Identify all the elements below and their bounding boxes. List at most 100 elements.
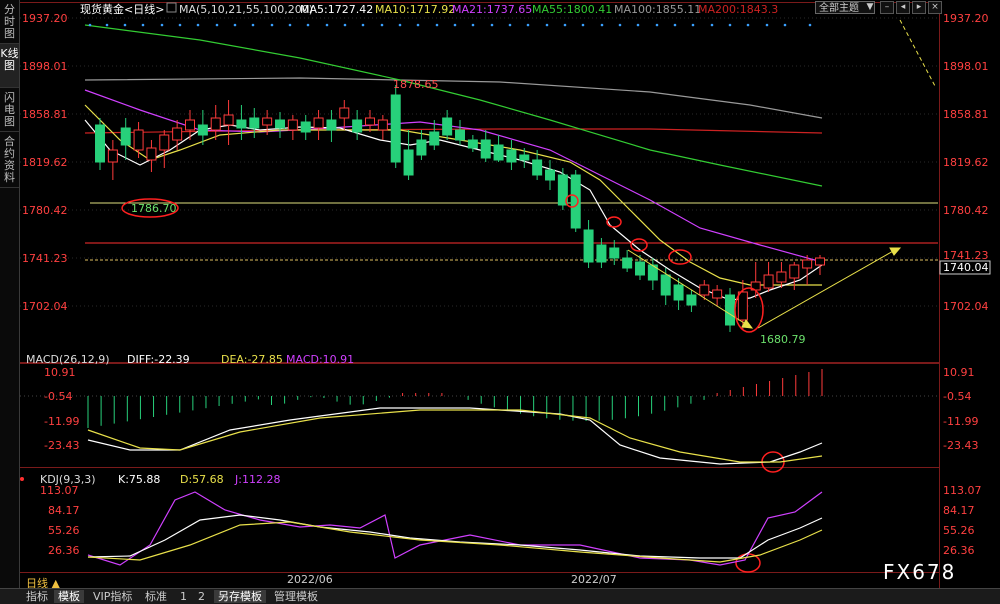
event-dot — [691, 23, 695, 27]
candle-body — [275, 119, 285, 129]
price-tick-left: 1819.62 — [22, 156, 68, 169]
kdj-tick: 84.17 — [48, 504, 80, 517]
kdj-k-line — [87, 514, 823, 559]
candle-body — [519, 154, 530, 161]
macd-tick: -23.43 — [44, 439, 79, 452]
event-dot — [673, 23, 677, 27]
ma55-line — [84, 24, 823, 187]
candle-body — [300, 121, 311, 133]
kdj-j-line — [87, 491, 823, 566]
tab-2[interactable]: 2 — [194, 590, 209, 603]
close-icon[interactable]: × — [928, 1, 942, 14]
event-dot — [270, 23, 274, 27]
tab-save-template[interactable]: 另存模板 — [214, 590, 266, 603]
macd-tick: 10.91 — [943, 366, 975, 379]
event-dot — [471, 23, 475, 27]
macd-tick: -11.99 — [943, 415, 978, 428]
candle-body — [635, 261, 645, 276]
event-dot — [435, 23, 439, 27]
price-tick-right: 1780.42 — [943, 204, 989, 217]
candle-body — [339, 107, 350, 119]
tab-template[interactable]: 模板 — [54, 590, 84, 603]
kdj-j: J:112.28 — [234, 473, 280, 486]
ma100-line — [84, 77, 823, 119]
candle-body — [365, 117, 375, 126]
candle-body — [596, 244, 607, 263]
ma-settings-icon[interactable] — [166, 2, 177, 13]
candle-body — [493, 144, 504, 161]
price-tick-right: 1937.20 — [943, 12, 989, 25]
price-tick-right: 1858.81 — [943, 108, 989, 121]
tab-1[interactable]: 1 — [176, 590, 191, 603]
candle-body — [545, 169, 555, 181]
chevron-down-icon[interactable]: ▼ — [864, 1, 876, 14]
kdj-d: D:57.68 — [180, 473, 224, 486]
instrument-label: 现货黄金<日线> — [80, 2, 164, 16]
ma-label: MA(5,10,21,55,100,200) — [179, 3, 313, 16]
macd-dea: DEA:-27.85 — [221, 353, 283, 366]
event-dot — [380, 23, 384, 27]
event-dot — [306, 23, 310, 27]
chart-canvas[interactable]: 现货黄金<日线> MA(5,10,21,55,100,200) MA5:1727… — [0, 0, 1000, 603]
event-dot — [508, 23, 512, 27]
price-tick-left: 1702.04 — [22, 300, 68, 313]
candle-body — [467, 139, 478, 149]
candle-body — [673, 284, 684, 301]
scroll-left-icon[interactable]: ◂ — [896, 1, 910, 14]
candle-body — [262, 117, 273, 126]
macd-label: MACD(26,12,9) — [26, 353, 110, 366]
candle-body — [95, 124, 105, 163]
sidebar-tab-flash[interactable]: 闪电图 — [0, 88, 19, 132]
kdj-tick: 26.36 — [943, 544, 975, 557]
macd-dea-line — [87, 409, 823, 463]
candle-body — [236, 119, 247, 129]
circle-markers — [121, 194, 785, 573]
ma5-value: MA5:1727.42 — [300, 3, 373, 16]
candlesticks — [95, 85, 825, 332]
event-dot — [600, 23, 604, 27]
tab-standard[interactable]: 标准 — [141, 590, 171, 603]
price-tick-left: 1858.81 — [22, 108, 68, 121]
candle-body — [416, 139, 427, 156]
event-dot — [636, 23, 640, 27]
ma21-value: MA21:1737.65 — [452, 3, 532, 16]
candle-body — [802, 259, 813, 269]
event-dot — [398, 23, 402, 27]
ma21-line — [84, 89, 823, 263]
date-axis: 2022/06 2022/07 — [287, 573, 617, 586]
price-axis: 1937.20 1898.01 1858.81 1819.62 1780.42 … — [22, 12, 989, 313]
sidebar-tab-timeshare[interactable]: 分时图 — [0, 0, 19, 44]
macd-axis: 10.91 -0.54 -11.99 -23.43 10.91 -0.54 -1… — [44, 366, 978, 452]
minimize-icon[interactable]: – — [880, 1, 894, 14]
macd-tick: -11.99 — [44, 415, 79, 428]
macd-lines — [87, 407, 823, 465]
scroll-right-icon[interactable]: ▸ — [912, 1, 926, 14]
event-dot — [361, 23, 365, 27]
macd-tick: -0.54 — [44, 390, 72, 403]
sidebar-tab-kline[interactable]: K线图 — [0, 44, 19, 88]
tab-indicator[interactable]: 指标 — [22, 590, 52, 603]
moving-averages — [84, 24, 823, 301]
kdj-lines — [87, 491, 823, 566]
price-tick-right: 1898.01 — [943, 60, 989, 73]
sidebar-tab-contract[interactable]: 合约资料 — [0, 132, 19, 188]
candle-body — [725, 294, 735, 326]
ma10-value: MA10:1717.92 — [375, 3, 455, 16]
footer-tabs: 指标 模板 VIP指标 标准 1 2 另存模板 管理模板 — [0, 588, 1000, 604]
tab-manage-template[interactable]: 管理模板 — [270, 590, 322, 603]
candle-body — [699, 284, 710, 296]
tab-vip-indicator[interactable]: VIP指标 — [89, 590, 136, 603]
candle-body — [532, 159, 543, 176]
event-dot — [453, 23, 457, 27]
candle-body — [172, 127, 183, 141]
candle-body — [815, 257, 825, 266]
candle-body — [313, 117, 324, 129]
kdj-marker-icon — [20, 477, 24, 481]
candle-body — [660, 274, 671, 296]
event-dot — [105, 23, 109, 27]
candle-body — [185, 119, 195, 131]
event-dot — [655, 23, 659, 27]
macd-header: MACD(26,12,9) DIFF:-22.39 DEA:-27.85 MAC… — [26, 353, 354, 366]
event-dot — [783, 23, 787, 27]
event-dot — [746, 23, 750, 27]
